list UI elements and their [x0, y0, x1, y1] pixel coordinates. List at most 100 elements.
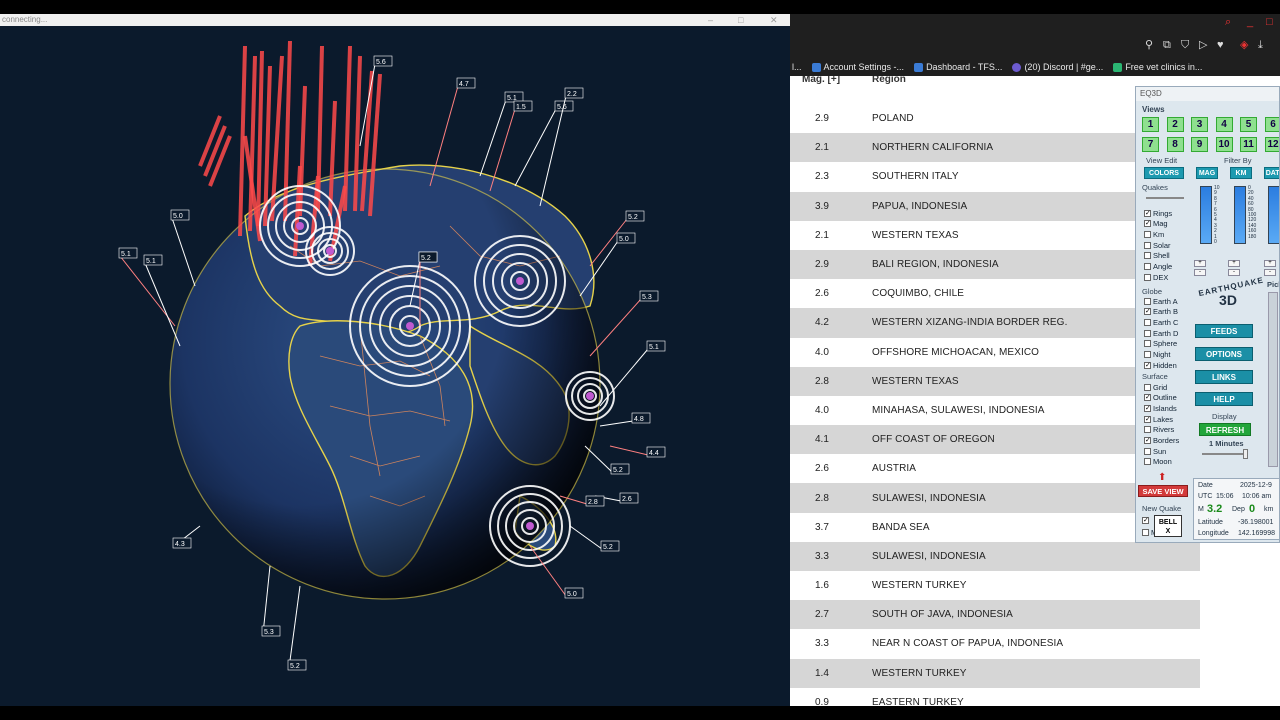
checkbox-box[interactable]: [1144, 426, 1151, 434]
view-button-7[interactable]: 7: [1142, 137, 1159, 152]
bookmark-discord[interactable]: (20) Discord | #ge...: [1012, 62, 1103, 72]
km-filter-button[interactable]: KM: [1230, 167, 1252, 179]
table-row[interactable]: 1.4 WESTERN TURKEY: [790, 658, 1200, 688]
play-icon[interactable]: ▷: [1199, 39, 1207, 51]
table-row[interactable]: 2.7 SOUTH OF JAVA, INDONESIA: [790, 600, 1200, 630]
colors-button[interactable]: COLORS: [1144, 167, 1184, 179]
date-plus-button[interactable]: +: [1264, 260, 1276, 267]
quake-magnitude-label[interactable]: 5.2: [603, 544, 613, 551]
checkbox-box[interactable]: [1142, 528, 1149, 536]
quake-magnitude-label[interactable]: 4.4: [649, 450, 659, 457]
view-button-12[interactable]: 12: [1264, 137, 1279, 152]
bookmark-fragment[interactable]: l...: [792, 62, 802, 72]
quake-magnitude-label[interactable]: 2.2: [567, 91, 577, 98]
quakes-slider[interactable]: [1146, 197, 1184, 199]
checkbox-box[interactable]: ✓: [1144, 361, 1151, 369]
checkbox-islands[interactable]: ✓ Islands: [1144, 403, 1177, 413]
quake-magnitude-label[interactable]: 5.2: [421, 255, 431, 262]
date-minus-button[interactable]: -: [1264, 269, 1276, 276]
quake-magnitude-label[interactable]: 2.6: [622, 496, 632, 503]
checkbox-sun[interactable]: Sun: [1144, 446, 1166, 456]
checkbox-box[interactable]: ✓: [1144, 415, 1151, 423]
checkbox-box[interactable]: ✓: [1142, 516, 1149, 524]
globe-canvas[interactable]: 4.7 5.0 5.6 5.2 5.1 5.0 5.3 5.1 4.8 4.4 5.2 2.6 2.8 4…: [0, 26, 790, 706]
mag-slider[interactable]: [1200, 186, 1212, 244]
view-button-1[interactable]: 1: [1142, 117, 1159, 132]
refresh-slider[interactable]: [1202, 453, 1248, 455]
checkbox-night[interactable]: Night: [1144, 350, 1171, 360]
view-button-4[interactable]: 4: [1215, 117, 1233, 132]
table-row[interactable]: 0.9 EASTERN TURKEY: [790, 688, 1200, 706]
quake-epicenter[interactable]: [516, 277, 524, 285]
download-icon[interactable]: ⤓: [1258, 39, 1263, 51]
quake-magnitude-label[interactable]: 5.1: [649, 344, 659, 351]
checkbox-box[interactable]: [1144, 383, 1151, 391]
shield-icon[interactable]: ⛉: [1181, 39, 1189, 51]
checkbox-box[interactable]: [1144, 340, 1151, 348]
profile-icon[interactable]: ◈: [1240, 39, 1248, 51]
checkbox-moon[interactable]: Moon: [1144, 457, 1172, 467]
feeds-button[interactable]: FEEDS: [1195, 324, 1253, 338]
new-quake-checkbox[interactable]: ✓: [1142, 515, 1149, 525]
checkbox-box[interactable]: ✓: [1144, 404, 1151, 412]
checkbox-earth-c[interactable]: Earth C: [1144, 317, 1178, 327]
checkbox-lakes[interactable]: ✓ Lakes: [1144, 414, 1173, 424]
quake-magnitude-label[interactable]: 4.3: [175, 541, 185, 548]
quake-epicenter[interactable]: [586, 392, 594, 400]
view-button-6[interactable]: 6: [1264, 117, 1279, 132]
table-row[interactable]: 3.3 SULAWESI, INDONESIA: [790, 541, 1200, 571]
checkbox-rivers[interactable]: Rivers: [1144, 425, 1174, 435]
view-button-8[interactable]: 8: [1166, 137, 1184, 152]
quake-magnitude-label[interactable]: 5.6: [557, 104, 567, 111]
screenshot-icon[interactable]: ⧉: [1163, 39, 1171, 51]
checkbox-box[interactable]: [1144, 458, 1151, 466]
date-slider[interactable]: [1268, 186, 1279, 244]
heart-icon[interactable]: ♥: [1217, 39, 1224, 51]
quake-magnitude-label[interactable]: 5.2: [628, 214, 638, 221]
checkbox-angle[interactable]: Angle: [1144, 262, 1172, 272]
checkbox-box[interactable]: [1144, 351, 1151, 358]
checkbox-earth-a[interactable]: Earth A: [1144, 296, 1178, 306]
view-button-10[interactable]: 10: [1215, 137, 1233, 152]
view-button-11[interactable]: 11: [1240, 137, 1257, 152]
checkbox-solar[interactable]: Solar: [1144, 240, 1171, 250]
quake-magnitude-label[interactable]: 5.3: [642, 294, 652, 301]
maximize-icon[interactable]: □: [738, 14, 743, 26]
quake-magnitude-label[interactable]: 5.0: [619, 236, 629, 243]
date-filter-button[interactable]: DATE: [1264, 167, 1279, 179]
quake-magnitude-label[interactable]: 1.5: [516, 104, 526, 111]
search-icon[interactable]: ⌕: [1225, 16, 1231, 28]
quake-magnitude-label[interactable]: 5.2: [613, 467, 623, 474]
view-button-3[interactable]: 3: [1191, 117, 1208, 132]
checkbox-box[interactable]: [1144, 241, 1151, 249]
checkbox-sphere[interactable]: Sphere: [1144, 339, 1177, 349]
quake-magnitude-label[interactable]: 5.0: [173, 213, 183, 220]
checkbox-box[interactable]: [1144, 230, 1151, 238]
checkbox-box[interactable]: ✓: [1144, 308, 1151, 316]
quake-epicenter[interactable]: [326, 247, 334, 255]
checkbox-borders[interactable]: ✓ Borders: [1144, 436, 1179, 446]
checkbox-box[interactable]: [1144, 263, 1151, 270]
bookmark-dashboard[interactable]: Dashboard - TFS...: [914, 62, 1002, 72]
checkbox-hidden[interactable]: ✓ Hidden: [1144, 360, 1177, 370]
mag-filter-button[interactable]: MAG: [1196, 167, 1218, 179]
mag-plus-button[interactable]: +: [1194, 260, 1206, 267]
checkbox-earth-d[interactable]: Earth D: [1144, 328, 1178, 338]
quake-epicenter[interactable]: [296, 222, 304, 230]
column-header-mag[interactable]: Mag. [+]: [790, 76, 872, 85]
table-row[interactable]: 3.3 NEAR N COAST OF PAPUA, INDONESIA: [790, 629, 1200, 658]
quake-magnitude-label[interactable]: 5.2: [290, 663, 300, 670]
pick-slider[interactable]: [1268, 292, 1278, 467]
km-minus-button[interactable]: -: [1228, 269, 1240, 276]
quake-magnitude-label[interactable]: 5.0: [567, 591, 577, 598]
quake-magnitude-label[interactable]: 2.8: [588, 499, 598, 506]
quake-epicenter[interactable]: [406, 322, 414, 330]
quake-magnitude-label[interactable]: 5.1: [121, 251, 131, 258]
quake-magnitude-label[interactable]: 5.1: [146, 258, 156, 265]
refresh-button[interactable]: REFRESH: [1199, 423, 1251, 436]
checkbox-box[interactable]: ✓: [1144, 209, 1151, 217]
bookmark-account-settings[interactable]: Account Settings -...: [811, 62, 904, 72]
maximize-icon[interactable]: □: [1266, 16, 1273, 28]
mag-minus-button[interactable]: -: [1194, 269, 1206, 276]
options-button[interactable]: OPTIONS: [1195, 347, 1253, 361]
